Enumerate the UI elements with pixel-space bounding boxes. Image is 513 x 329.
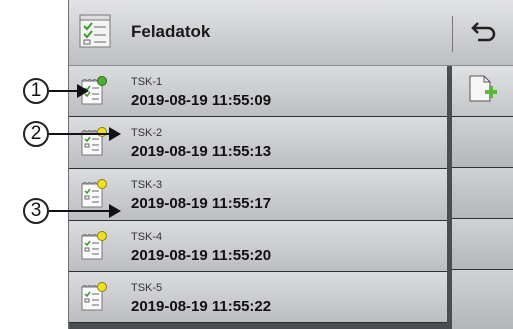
- side-button-empty[interactable]: [452, 117, 513, 168]
- callout-arrowhead: [77, 84, 89, 98]
- task-row[interactable]: TSK-2 2019-08-19 11:55:13: [69, 117, 447, 169]
- page-title: Feladatok: [131, 22, 211, 41]
- side-toolbar: [452, 66, 513, 329]
- side-button-empty[interactable]: [452, 168, 513, 219]
- task-name: TSK-5: [131, 282, 163, 294]
- side-button-empty[interactable]: [452, 270, 513, 329]
- task-screen: Feladatok TSK-1 2019-08-19 11:55:09 TSK-…: [68, 0, 513, 329]
- task-icon: [80, 231, 108, 266]
- task-list-icon: [78, 13, 118, 54]
- task-icon: [80, 282, 108, 317]
- task-time: 2019-08-19 11:55:09: [131, 92, 272, 109]
- callout-line: [49, 210, 111, 212]
- callout-3: 3: [23, 198, 49, 224]
- header-divider: [452, 16, 453, 52]
- task-row[interactable]: TSK-5 2019-08-19 11:55:22: [69, 272, 447, 323]
- add-task-icon: [466, 73, 500, 110]
- task-time: 2019-08-19 11:55:13: [131, 143, 272, 160]
- back-arrow-icon: [470, 17, 500, 50]
- task-row[interactable]: TSK-4 2019-08-19 11:55:20: [69, 221, 447, 272]
- task-time: 2019-08-19 11:55:17: [131, 195, 272, 212]
- callout-1: 1: [23, 78, 49, 104]
- task-time: 2019-08-19 11:55:20: [131, 247, 272, 264]
- callout-line: [49, 133, 111, 135]
- task-name: TSK-4: [131, 231, 163, 243]
- callout-line: [49, 90, 79, 92]
- task-row[interactable]: TSK-3 2019-08-19 11:55:17: [69, 169, 447, 221]
- task-name: TSK-3: [131, 179, 163, 191]
- back-button[interactable]: [464, 14, 506, 52]
- callout-arrowhead: [109, 204, 121, 218]
- callout-2: 2: [23, 121, 49, 147]
- task-icon: [80, 179, 108, 214]
- task-name: TSK-1: [131, 76, 163, 88]
- side-button-empty[interactable]: [452, 219, 513, 270]
- task-name: TSK-2: [131, 127, 163, 139]
- task-list: TSK-1 2019-08-19 11:55:09 TSK-2 2019-08-…: [69, 66, 447, 323]
- header-bar: Feladatok: [69, 0, 513, 66]
- task-row[interactable]: TSK-1 2019-08-19 11:55:09: [69, 66, 447, 117]
- task-time: 2019-08-19 11:55:22: [131, 298, 272, 315]
- callout-arrowhead: [109, 127, 121, 141]
- add-task-button[interactable]: [452, 66, 513, 117]
